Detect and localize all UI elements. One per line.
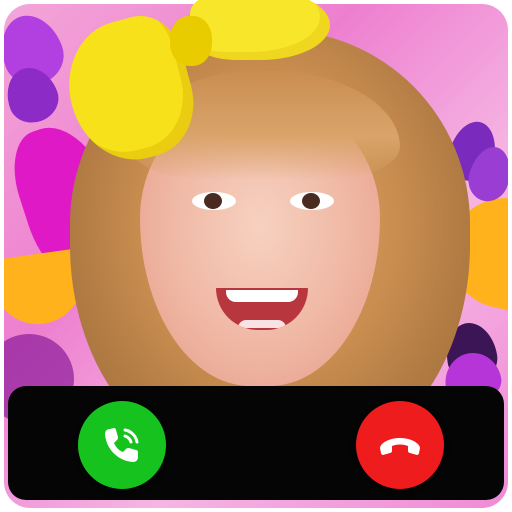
decline-call-button[interactable] [356,401,444,489]
phone-ringing-icon [96,419,148,471]
phone-hangup-icon [372,417,428,473]
yellow-hair-bow [53,0,330,200]
answer-call-button[interactable] [78,401,166,489]
